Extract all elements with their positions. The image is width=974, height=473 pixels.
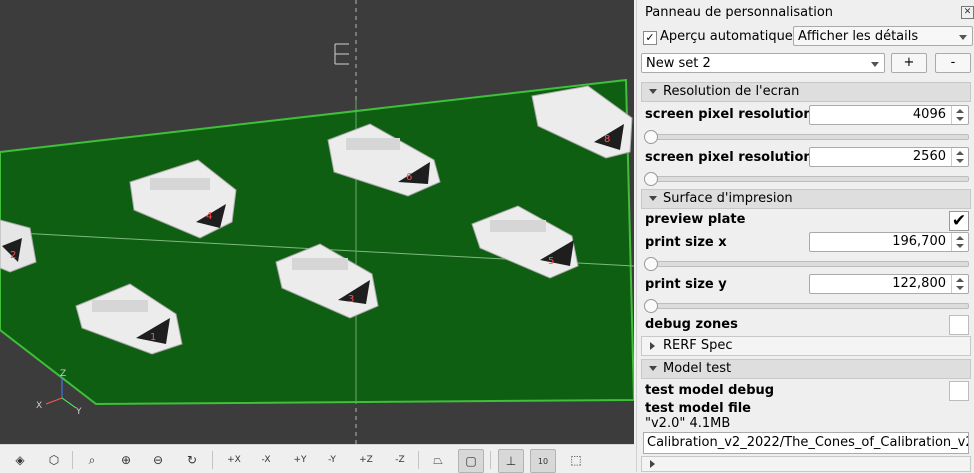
zoom-fit-icon[interactable]: ⌕ [80, 449, 104, 471]
perspective-icon[interactable]: ⏢ [426, 449, 450, 471]
test-model-file-label: test model file [645, 401, 751, 416]
section-collapsed[interactable] [641, 456, 971, 472]
preset-select[interactable]: New set 2 [641, 53, 885, 73]
close-icon[interactable]: ✕ [961, 6, 974, 19]
details-select[interactable]: Afficher les détails [793, 26, 973, 46]
print-size-y-input[interactable]: 122,800 [809, 274, 969, 294]
screen-y-slider[interactable] [644, 172, 969, 186]
viewport-canvas[interactable]: 2 4 6 8 1 3 5 Z X Y [0, 0, 634, 444]
preview-plate-label: preview plate [645, 212, 746, 227]
reset-view-icon[interactable]: ↻ [180, 449, 204, 471]
print-size-y-label: print size y [645, 277, 727, 292]
edges-icon[interactable]: ⬚ [564, 449, 588, 471]
model-number: 4 [206, 211, 212, 222]
spin-arrows-icon [951, 233, 968, 251]
preview-plate-checkbox[interactable]: ✔ [949, 211, 969, 231]
debug-zones-checkbox[interactable] [949, 315, 969, 335]
screen-y-input[interactable]: 2560 [809, 147, 969, 167]
view-bottom-icon[interactable]: -Y [320, 449, 344, 471]
panel-title: Panneau de personnalisation [645, 5, 834, 20]
print-size-x-input[interactable]: 196,700 [809, 232, 969, 252]
test-model-file-input[interactable]: Calibration_v2_2022/The_Cones_of_Calibra… [643, 432, 969, 454]
svg-text:X: X [36, 401, 42, 411]
render-icon[interactable]: ◈ [8, 449, 32, 471]
section-rerf-spec[interactable]: RERF Spec [641, 336, 971, 356]
print-size-y-slider[interactable] [644, 299, 969, 313]
slider-handle[interactable] [644, 299, 658, 313]
svg-text:Z: Z [60, 369, 66, 379]
zoom-in-icon[interactable]: ⊕ [114, 449, 138, 471]
test-model-debug-label: test model debug [645, 383, 775, 398]
zoom-out-icon[interactable]: ⊖ [146, 449, 170, 471]
screen-x-label: screen pixel resolution : [645, 107, 809, 122]
spin-arrows-icon [951, 106, 968, 124]
spin-arrows-icon [951, 275, 968, 293]
chevron-down-icon [871, 62, 879, 67]
screen-x-slider[interactable] [644, 130, 969, 144]
scale-markers-icon[interactable]: 10 [530, 449, 556, 473]
orthogonal-icon[interactable]: ▢ [458, 449, 484, 473]
test-model-file-info: "v2.0" 4.1MB [645, 416, 731, 431]
test-model-debug-checkbox[interactable] [949, 381, 969, 401]
section-screen-resolution[interactable]: Resolution de l'ecran [641, 82, 971, 102]
model-number: 6 [406, 172, 412, 183]
slider-handle[interactable] [644, 257, 658, 271]
expand-icon [650, 460, 655, 468]
auto-preview-checkbox[interactable]: ✓ [643, 31, 657, 45]
collapse-icon [649, 89, 657, 94]
view-top-icon[interactable]: +Y [288, 449, 312, 471]
print-size-x-label: print size x [645, 235, 727, 250]
scale-ticks [334, 43, 349, 65]
view-right-icon[interactable]: +X [222, 449, 246, 471]
collapse-icon [649, 196, 657, 201]
model-number: 1 [150, 332, 156, 343]
model-number: 5 [548, 256, 554, 267]
view-all-icon[interactable]: ⬡ [42, 449, 66, 471]
print-size-x-slider[interactable] [644, 257, 969, 271]
model-number: 2 [10, 250, 16, 261]
svg-text:Y: Y [75, 407, 82, 417]
auto-preview-label: Aperçu automatique [660, 29, 793, 44]
model-number: 3 [348, 294, 354, 305]
slider-handle[interactable] [644, 130, 658, 144]
customizer-panel: Panneau de personnalisation ✕ ✓ Aperçu a… [636, 0, 974, 472]
debug-zones-label: debug zones [645, 317, 738, 332]
view-front-icon[interactable]: +Z [354, 449, 378, 471]
view-left-icon[interactable]: -X [254, 449, 278, 471]
3d-viewport[interactable]: 2 4 6 8 1 3 5 Z X Y [0, 0, 634, 444]
slider-handle[interactable] [644, 172, 658, 186]
axes-icon[interactable]: ⊥ [498, 449, 524, 473]
add-preset-button[interactable]: + [891, 53, 927, 73]
section-model-test[interactable]: Model test [641, 359, 971, 379]
screen-y-label: screen pixel resolution ' [645, 150, 809, 165]
screen-x-input[interactable]: 4096 [809, 105, 969, 125]
section-print-surface[interactable]: Surface d'impresion [641, 189, 971, 209]
collapse-icon [649, 366, 657, 371]
spin-arrows-icon [951, 148, 968, 166]
view-back-icon[interactable]: -Z [388, 449, 412, 471]
model-number: 8 [604, 134, 610, 145]
view-toolbar: ◈ ⬡ ⌕ ⊕ ⊖ ↻ +X -X +Y -Y +Z -Z ⏢ ▢ ⊥ 10 ⬚ [0, 444, 634, 473]
remove-preset-button[interactable]: - [935, 53, 971, 73]
chevron-down-icon [959, 35, 967, 40]
expand-icon [650, 342, 655, 350]
